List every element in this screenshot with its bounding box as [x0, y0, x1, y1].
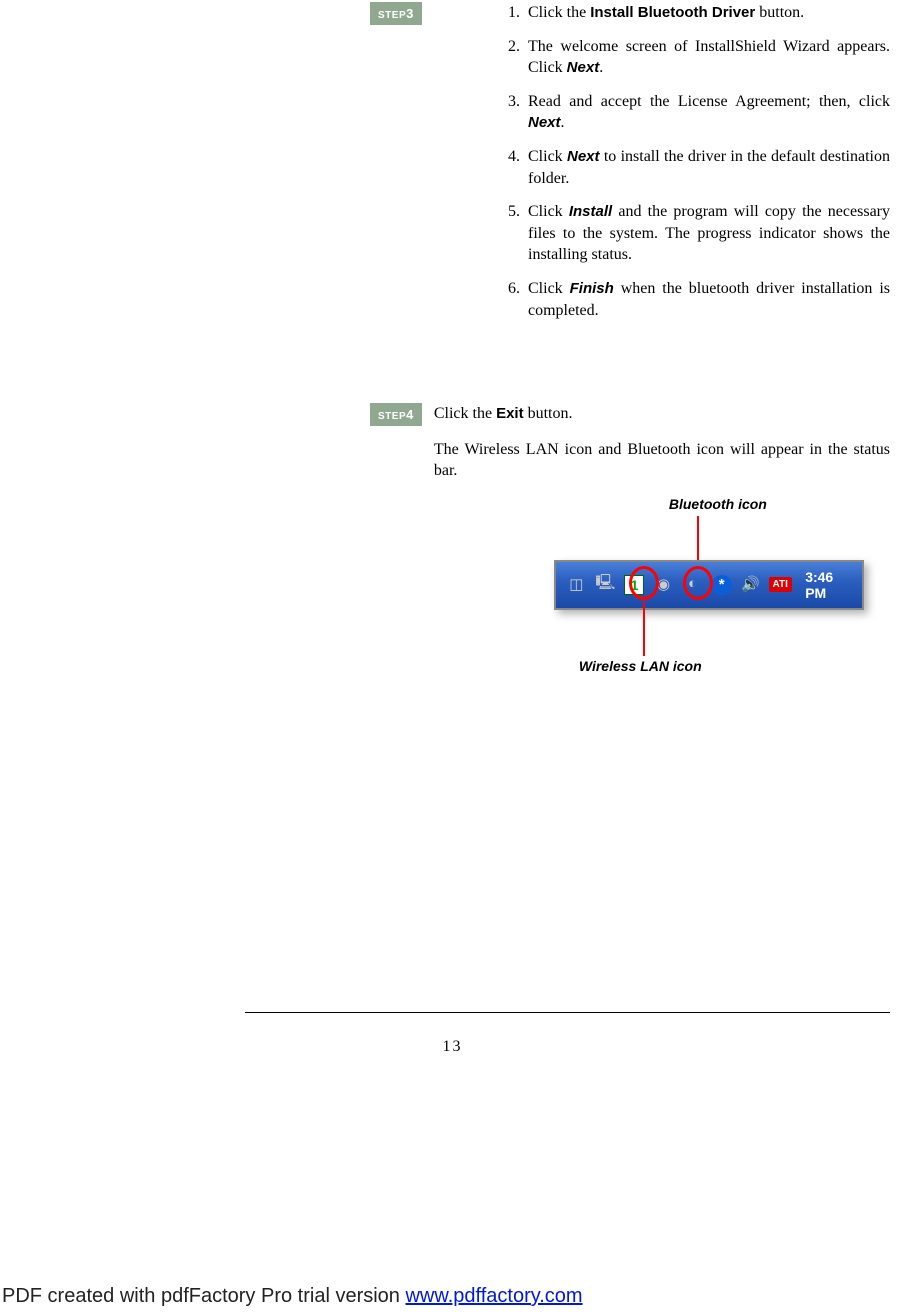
page-number: 13 [0, 1038, 905, 1056]
step3-item-6: Click Finish when the bluetooth driver i… [524, 278, 890, 321]
step3-item-2: The welcome screen of InstallShield Wiza… [524, 36, 890, 79]
bluetooth-callout-line [697, 516, 699, 566]
wlan-callout-line [643, 601, 645, 656]
step3-badge-num: 3 [406, 6, 414, 21]
footer-link[interactable]: www.pdffactory.com [405, 1285, 582, 1307]
bluetooth-icon-label: Bluetooth icon [669, 496, 767, 512]
step3-item-1: Click the Install Bluetooth Driver butto… [524, 2, 890, 24]
tray-volume-icon: 🔊 [740, 574, 761, 596]
wireless-lan-icon-label: Wireless LAN icon [579, 658, 702, 674]
step3-badge: STEP3 [370, 2, 422, 25]
taskbar-clock: 3:46 PM [805, 569, 856, 601]
step3-item-4: Click Next to install the driver in the … [524, 146, 890, 189]
step3-item-5: Click Install and the program will copy … [524, 201, 890, 266]
step3-item-3: Read and accept the License Agreement; t… [524, 91, 890, 134]
step3-list: Click the Install Bluetooth Driver butto… [448, 2, 890, 333]
bluetooth-icon: * [711, 574, 732, 596]
step4-line2: The Wireless LAN icon and Bluetooth icon… [434, 439, 890, 482]
step3-badge-prefix: STEP [378, 10, 406, 21]
step4-badge-prefix: STEP [378, 411, 406, 422]
step4-line1: Click the Exit button. [434, 403, 890, 425]
wlan-highlight-circle [629, 566, 659, 600]
tray-network-icon: 🖳 [595, 574, 616, 596]
tray-generic-icon: ◫ [566, 574, 587, 596]
bluetooth-highlight-circle [683, 566, 713, 600]
step4-badge: STEP4 [370, 403, 422, 426]
tray-diagram: Bluetooth icon ◫ 🖳 1 ◉ ◐ * 🔊 [514, 496, 884, 706]
pdf-footer: PDF created with pdfFactory Pro trial ve… [2, 1285, 583, 1308]
step4-badge-num: 4 [406, 407, 414, 422]
ati-icon: ATI [769, 574, 791, 596]
footer-text: PDF created with pdfFactory Pro trial ve… [2, 1285, 405, 1307]
page-separator-rule [245, 1012, 890, 1013]
